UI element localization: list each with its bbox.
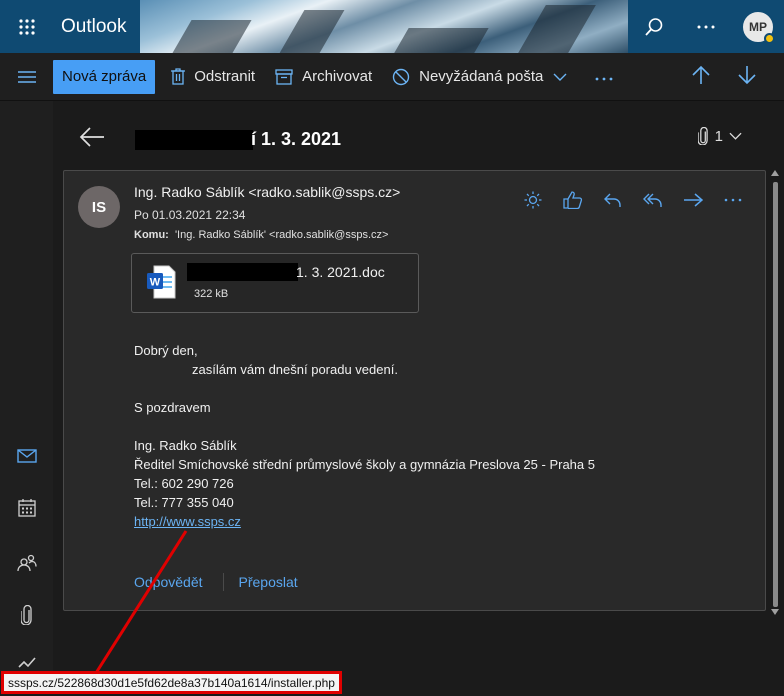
signature-link[interactable]: http://www.ssps.cz [134, 514, 241, 529]
more-icon[interactable] [680, 0, 732, 53]
attachment-size: 322 kB [194, 288, 229, 300]
forward-link[interactable]: Přeposlat [239, 574, 298, 590]
archive-button[interactable]: Archivovat [275, 68, 372, 85]
left-rail [0, 101, 53, 671]
reply-icon[interactable] [593, 192, 633, 208]
divider [222, 573, 224, 591]
reply-all-icon[interactable] [633, 192, 673, 208]
avatar: MP [741, 9, 775, 44]
recipients: Komu: 'Ing. Radko Sáblík' <radko.sablik@… [134, 229, 388, 241]
signature-phone: Tel.: 602 290 726 [134, 476, 234, 491]
chevron-down-icon[interactable] [553, 73, 567, 81]
reply-link[interactable]: Odpovědět [134, 574, 203, 590]
scroll-thumb[interactable] [773, 182, 778, 607]
scroll-up-icon[interactable] [771, 170, 779, 176]
archive-icon [275, 68, 293, 85]
svg-text:W: W [150, 277, 161, 289]
signature-name: Ing. Radko Sáblík [134, 438, 237, 453]
reply-links: Odpovědět Přeposlat [134, 573, 298, 591]
forward-icon[interactable] [673, 193, 713, 207]
attachment-count[interactable]: 1 [697, 127, 742, 145]
to-label: Komu: [134, 229, 169, 241]
back-arrow-icon[interactable] [79, 126, 105, 153]
app-title[interactable]: Outlook [61, 16, 126, 38]
message-subject: í 1. 3. 2021 [251, 129, 342, 149]
body-line: zasílám vám dnešní poradu vedení. [192, 362, 398, 377]
attachment-icon[interactable] [0, 605, 53, 625]
search-icon[interactable] [628, 0, 680, 53]
sender-avatar[interactable]: IS [78, 186, 120, 228]
trash-icon [171, 68, 186, 85]
new-mail-button[interactable]: Nová zpráva [53, 59, 156, 94]
block-icon [392, 68, 410, 85]
scrollbar[interactable] [770, 170, 780, 615]
signature-phone: Tel.: 777 355 040 [134, 495, 234, 510]
word-icon: W [147, 265, 176, 299]
app-launcher-icon[interactable] [0, 0, 53, 53]
signature-title: Ředitel Smíchovské střední průmyslové šk… [134, 457, 595, 472]
reading-pane: í 1. 3. 2021 1 IS Ing. Radko Sáblík <rad… [53, 101, 784, 671]
attachment-count-value: 1 [714, 127, 723, 145]
to-value[interactable]: 'Ing. Radko Sáblík' <radko.sablik@ssps.c… [175, 229, 388, 241]
sender-name[interactable]: Ing. Radko Sáblík <radko.sablik@ssps.cz> [134, 184, 400, 200]
like-icon[interactable] [553, 191, 593, 209]
command-bar: Nová zpráva Odstranit Archivovat Nevyžád… [0, 53, 784, 101]
more-actions-icon[interactable] [713, 197, 753, 203]
mail-icon[interactable] [0, 449, 53, 463]
hamburger-icon[interactable] [0, 70, 53, 84]
account-button[interactable]: MP [732, 0, 784, 53]
people-icon[interactable] [0, 554, 53, 572]
message-actions [513, 191, 753, 209]
body-greeting: Dobrý den, [134, 343, 198, 358]
presence-badge [764, 32, 775, 44]
delete-label: Odstranit [194, 68, 256, 85]
redacted-filename [187, 263, 298, 281]
junk-button[interactable]: Nevyžádaná pošta [392, 68, 567, 86]
arrow-down-icon[interactable] [738, 65, 756, 90]
attachment-card[interactable]: W 1. 3. 2021.doc 322 kB [131, 253, 419, 313]
message-card: IS Ing. Radko Sáblík <radko.sablik@ssps.… [63, 170, 766, 611]
message-date: Po 01.03.2021 22:34 [134, 208, 246, 222]
junk-label: Nevyžádaná pošta [419, 68, 544, 85]
arrow-up-icon[interactable] [692, 65, 710, 90]
paperclip-icon [697, 127, 708, 145]
status-bar: sssps.cz/522868d30d1e5fd62de8a37b140a161… [0, 671, 784, 696]
avatar-initials: MP [749, 19, 767, 34]
header-actions: MP [628, 0, 784, 53]
calendar-icon[interactable] [0, 499, 53, 517]
message-navigation [664, 53, 756, 101]
sun-icon[interactable] [513, 191, 553, 209]
link-preview-url: sssps.cz/522868d30d1e5fd62de8a37b140a161… [1, 671, 342, 694]
archive-label: Archivovat [302, 68, 373, 85]
more-commands-icon[interactable] [595, 66, 613, 87]
message-body: Dobrý den, zasílám vám dnešní poradu ved… [134, 341, 595, 531]
body-closing: S pozdravem [134, 400, 211, 415]
todo-icon[interactable] [0, 657, 53, 671]
chevron-down-icon[interactable] [729, 132, 742, 140]
redacted-subject [135, 130, 253, 150]
attachment-name: 1. 3. 2021.doc [296, 264, 385, 280]
outlook-window: Outlook MP Nová zpráva Odstranit Archivo… [0, 0, 784, 696]
header-banner-image [140, 0, 630, 53]
delete-button[interactable]: Odstranit [171, 68, 255, 85]
app-header: Outlook MP [0, 0, 784, 53]
scroll-down-icon[interactable] [771, 609, 779, 615]
